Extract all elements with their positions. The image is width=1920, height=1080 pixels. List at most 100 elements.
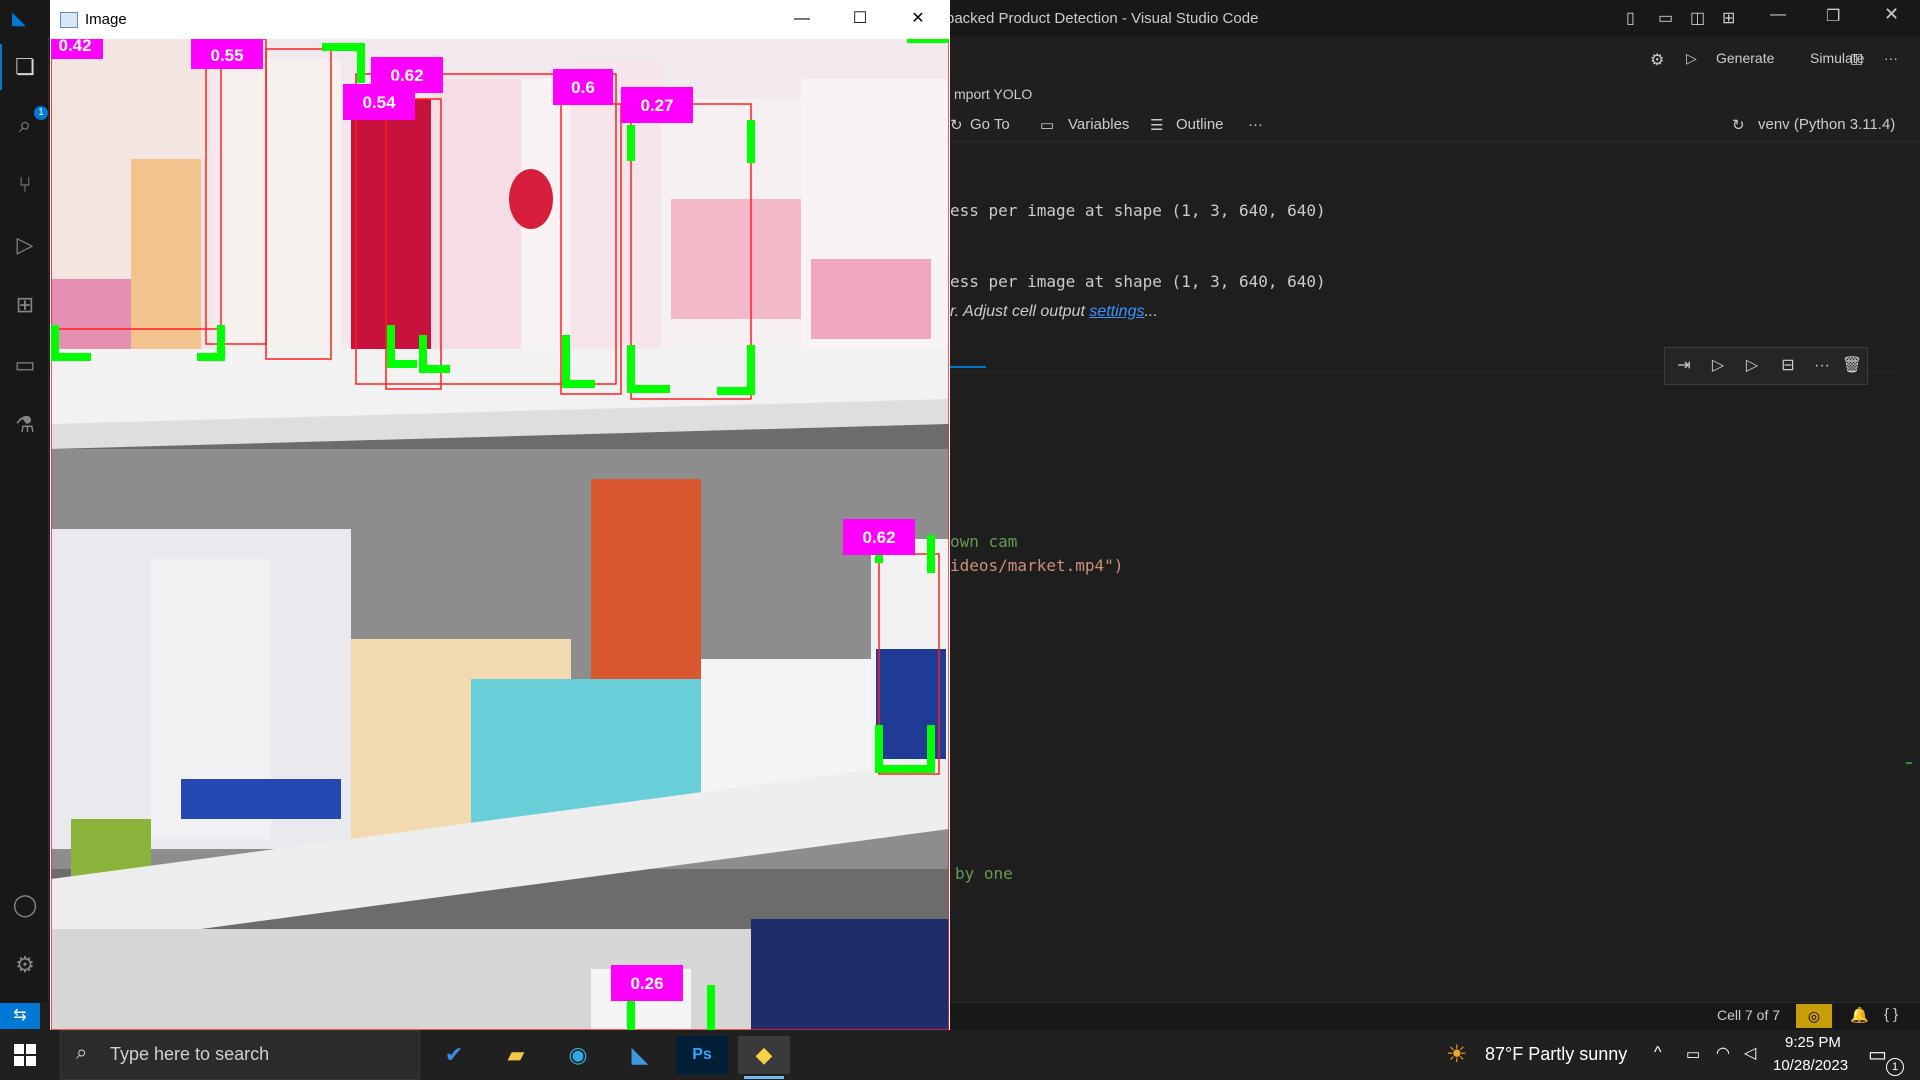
output-settings-link[interactable]: settings [1089,303,1144,320]
photoshop-icon[interactable]: Ps [676,1036,728,1074]
code-line: ideos/market.mp4") [950,556,1124,575]
notifications-bell-icon[interactable]: 🔔 [1850,1006,1869,1024]
battery-icon[interactable]: ▭ [1686,1045,1700,1063]
extensions-icon[interactable]: ⊞ [12,292,38,318]
wifi-icon[interactable]: ◠ [1716,1043,1730,1063]
volume-icon[interactable]: ◁ [1744,1043,1756,1063]
truncated-text: r. Adjust cell output [950,303,1090,320]
layout-panel-icon[interactable]: ▭ [1658,8,1673,28]
layout-sidebar-icon[interactable]: ▯ [1626,8,1635,28]
shelf-scene: 0.42 0.55 0.62 0.54 0.6 0.27 0.62 0.26 [51,39,949,1030]
activity-bar: ❏ 1 ⌕ ⑂ ▷ ⊞ ▭ ⚗ ◯ ⚙ [0,36,49,1002]
variables-button[interactable]: Variables [1068,116,1129,133]
vscode-logo-icon: ◣ [12,8,26,28]
testing-icon[interactable]: ⚗ [12,412,38,438]
taskbar-search-placeholder: Type here to search [110,1044,270,1064]
confidence-label: 0.54 [362,93,396,112]
confidence-label: 0.27 [640,96,673,115]
notification-center-icon[interactable]: ▭ [1868,1042,1887,1067]
vscode-taskbar-icon[interactable]: ◣ [614,1036,666,1074]
run-debug-icon[interactable]: ▷ [12,232,38,258]
active-app-indicator [744,1076,784,1079]
confidence-label: 0.6 [571,78,595,97]
settings-gear-icon[interactable]: ⚙ [1650,50,1664,70]
breadcrumb[interactable]: mport YOLO [954,86,1032,102]
execute-above-icon[interactable]: ⇥ [1673,355,1695,377]
output-truncated-note: r. Adjust cell output settings... [950,303,1158,321]
execute-below-icon[interactable]: ▷ [1741,355,1763,377]
search-icon: ⌕ [76,1042,88,1064]
goto-button[interactable]: Go To [970,116,1010,133]
status-eye-off-icon[interactable]: ◎ [1796,1004,1832,1028]
image-app-icon [60,12,78,28]
remote-explorer-icon[interactable]: ▭ [12,352,38,378]
split-editor-icon[interactable]: ◫ [1850,50,1863,67]
close-icon[interactable]: ✕ [1884,4,1899,25]
confidence-label: 0.62 [862,528,895,547]
manage-gear-icon[interactable]: ⚙ [12,952,38,978]
cell-toolbar: ⇥ ▷ ▷ ⊟ ··· 🗑 [1664,347,1868,385]
weather-icon[interactable]: ☀ [1446,1040,1468,1069]
detection-frame: 0.42 0.55 0.62 0.54 0.6 0.27 0.62 0.26 [51,39,949,1030]
product-box [221,59,341,359]
todo-app-icon[interactable]: ✔ [428,1036,480,1074]
braces-icon[interactable]: { } [1884,1006,1898,1023]
image-maximize-icon[interactable]: ☐ [840,6,880,32]
search-icon[interactable]: ⌕ [12,112,38,138]
more-icon[interactable]: ··· [1248,116,1263,133]
variables-icon: ▭ [1040,117,1055,134]
customize-layout-icon[interactable]: ⊞ [1722,8,1735,28]
scroll-marker [1906,762,1912,764]
code-comment: by one [955,864,1013,883]
run-icon[interactable]: ▷ [1686,50,1697,67]
vscode-window-title: packed Product Detection - Visual Studio… [946,10,1259,27]
remote-indicator-icon[interactable]: ⇆ [0,1003,40,1029]
kernel-picker[interactable]: venv (Python 3.11.4) [1758,116,1895,133]
cell-more-icon[interactable]: ··· [1811,355,1833,377]
clock-time[interactable]: 9:25 PM [1785,1034,1841,1051]
delete-cell-icon[interactable]: 🗑 [1841,355,1863,377]
product-box [876,649,946,759]
editor-toolbar: ⚙ ▷ Generate Simulate ◫ ··· [950,36,1920,82]
source-control-icon[interactable]: ⑂ [12,172,38,198]
more-actions-icon[interactable]: ··· [1884,50,1898,66]
cell-focus-indicator [950,366,986,368]
notification-count: 1 [1886,1058,1904,1076]
confidence-label: 0.55 [210,46,243,65]
minimize-icon[interactable]: — [1770,6,1786,24]
execute-cell-icon[interactable]: ▷ [1707,355,1729,377]
product-box [751,919,949,1030]
confidence-label: 0.26 [630,974,663,993]
product-box [811,259,931,339]
refresh-icon: ↻ [950,117,963,134]
product-logo [509,169,553,229]
windows-start-icon[interactable] [14,1044,36,1066]
layout-secondary-icon[interactable]: ◫ [1690,8,1705,28]
file-explorer-icon[interactable]: ▰ [490,1036,542,1074]
python-app-icon[interactable]: ◆ [738,1036,790,1074]
truncated-ellipsis: ... [1144,303,1158,320]
image-minimize-icon[interactable]: — [782,6,822,32]
code-comment: own cam [950,532,1018,551]
cell-count[interactable]: Cell 7 of 7 [1717,1007,1780,1023]
image-close-icon[interactable]: ✕ [898,6,938,32]
chevron-up-icon[interactable]: ^ [1654,1044,1662,1062]
product-box [671,199,801,319]
image-window-title: Image [85,11,127,28]
restore-icon[interactable]: ❐ [1826,6,1840,26]
notebook-toolbar: mport YOLO ↻ Go To ▭ Variables ☰ Outline… [950,82,1920,143]
kernel-refresh-icon: ↻ [1732,117,1745,134]
explorer-icon[interactable]: ❏ [0,44,38,90]
edge-browser-icon[interactable]: ◉ [552,1036,604,1074]
outline-button[interactable]: Outline [1176,116,1224,133]
output-line: ess per image at shape (1, 3, 640, 640) [950,201,1326,220]
product-box [431,79,521,369]
confidence-label: 0.62 [390,66,423,85]
accounts-icon[interactable]: ◯ [12,892,38,918]
clock-date[interactable]: 10/28/2023 [1773,1057,1848,1074]
outline-icon: ☰ [1150,117,1164,134]
weather-text[interactable]: 87°F Partly sunny [1485,1044,1627,1065]
split-cell-icon[interactable]: ⊟ [1777,355,1799,377]
output-line: ess per image at shape (1, 3, 640, 640) [950,272,1326,291]
generate-button[interactable]: Generate [1716,50,1774,66]
